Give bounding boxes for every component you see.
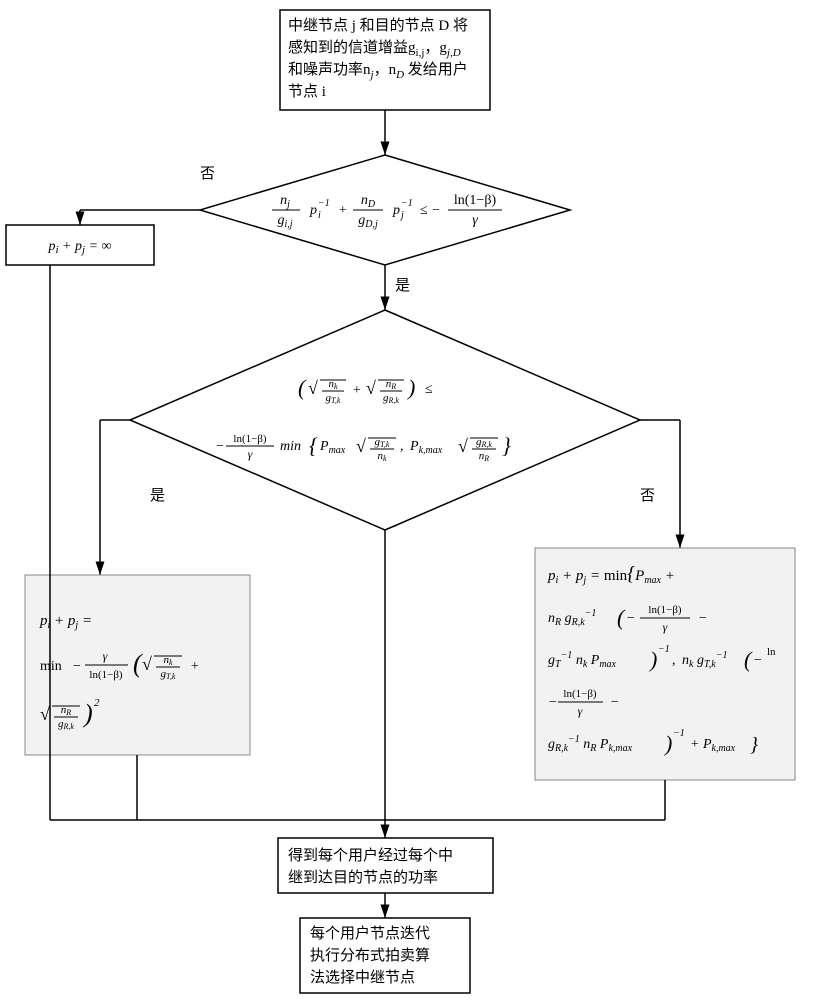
cond2-yes-label: 是 [150, 488, 165, 504]
auction-line1: 每个用户节点迭代 [310, 925, 430, 942]
svg-text:−1: −1 [401, 198, 413, 209]
svg-text:γ: γ [472, 213, 478, 228]
svg-text:γ: γ [578, 704, 583, 718]
auction-line2: 执行分布式拍卖算 [310, 946, 430, 964]
svg-text:√: √ [142, 654, 152, 674]
power-line1: 得到每个用户经过每个中 [288, 847, 453, 864]
svg-text:): ) [648, 647, 657, 672]
svg-text:γ: γ [248, 447, 253, 461]
svg-text:≤: ≤ [425, 382, 433, 397]
svg-text:√: √ [40, 704, 50, 724]
power-line2: 继到达目的节点的功率 [288, 869, 438, 886]
svg-text:ln(1−β): ln(1−β) [233, 433, 267, 445]
cond1-yes-label: 是 [395, 278, 410, 294]
svg-text:γ: γ [103, 649, 108, 663]
svg-text:pi + pj =: pi + pj = [39, 613, 92, 631]
svg-text:√: √ [356, 436, 366, 456]
cond1-diamond [200, 155, 570, 265]
svg-text:+: + [338, 203, 347, 218]
svg-text:): ) [406, 375, 415, 400]
svg-text:}: } [750, 734, 758, 756]
svg-text:ln(1−β): ln(1−β) [648, 604, 682, 616]
start-line1: 中继节点 j 和目的节点 D 将 [288, 17, 468, 34]
svg-text:−: − [698, 611, 707, 626]
svg-text:−: − [610, 695, 619, 710]
svg-text:−: − [753, 653, 762, 668]
svg-text:−: − [215, 439, 224, 454]
svg-text:,: , [672, 653, 676, 668]
svg-text:ln: ln [767, 646, 776, 658]
svg-text:min: min [280, 439, 301, 454]
svg-text:ln(1−β): ln(1−β) [563, 688, 597, 700]
cond2-no-label: 否 [640, 488, 655, 504]
auction-line3: 法选择中继节点 [310, 969, 415, 986]
svg-text:+: + [352, 383, 361, 398]
svg-text:−1: −1 [318, 198, 330, 209]
svg-text:): ) [663, 731, 672, 756]
svg-text:−: − [548, 695, 557, 710]
svg-text:+: + [190, 659, 199, 674]
start-line3: 和噪声功率nj，nD 发给用户 [288, 60, 468, 81]
svg-text:−1: −1 [673, 728, 685, 739]
cond1-no-label: 否 [200, 166, 215, 182]
flowchart-svg: 中继节点 j 和目的节点 D 将 感知到的信道增益gi,j，gj,D 和噪声功率… [0, 0, 814, 1000]
svg-text:p: p [392, 203, 400, 218]
svg-text:ln(1−β): ln(1−β) [89, 669, 123, 681]
start-line4: 节点 i [288, 83, 326, 100]
svg-text:√: √ [308, 378, 318, 398]
svg-text:min: min [40, 659, 62, 674]
svg-text:√: √ [366, 378, 376, 398]
svg-text:p: p [309, 203, 317, 218]
svg-text:,: , [400, 439, 404, 454]
svg-text:2: 2 [94, 697, 100, 709]
svg-text:−: − [626, 611, 635, 626]
svg-text:γ: γ [663, 620, 668, 634]
svg-text:}: } [502, 433, 511, 458]
svg-text:ln(1−β): ln(1−β) [454, 193, 497, 208]
svg-text:−1: −1 [658, 644, 670, 655]
cond2-diamond [130, 310, 640, 530]
svg-text:{: { [309, 433, 318, 458]
svg-text:≤ −: ≤ − [420, 203, 441, 218]
svg-text:): ) [82, 699, 93, 728]
svg-text:√: √ [458, 436, 468, 456]
svg-text:i: i [318, 210, 321, 221]
svg-text:−: − [72, 659, 81, 674]
